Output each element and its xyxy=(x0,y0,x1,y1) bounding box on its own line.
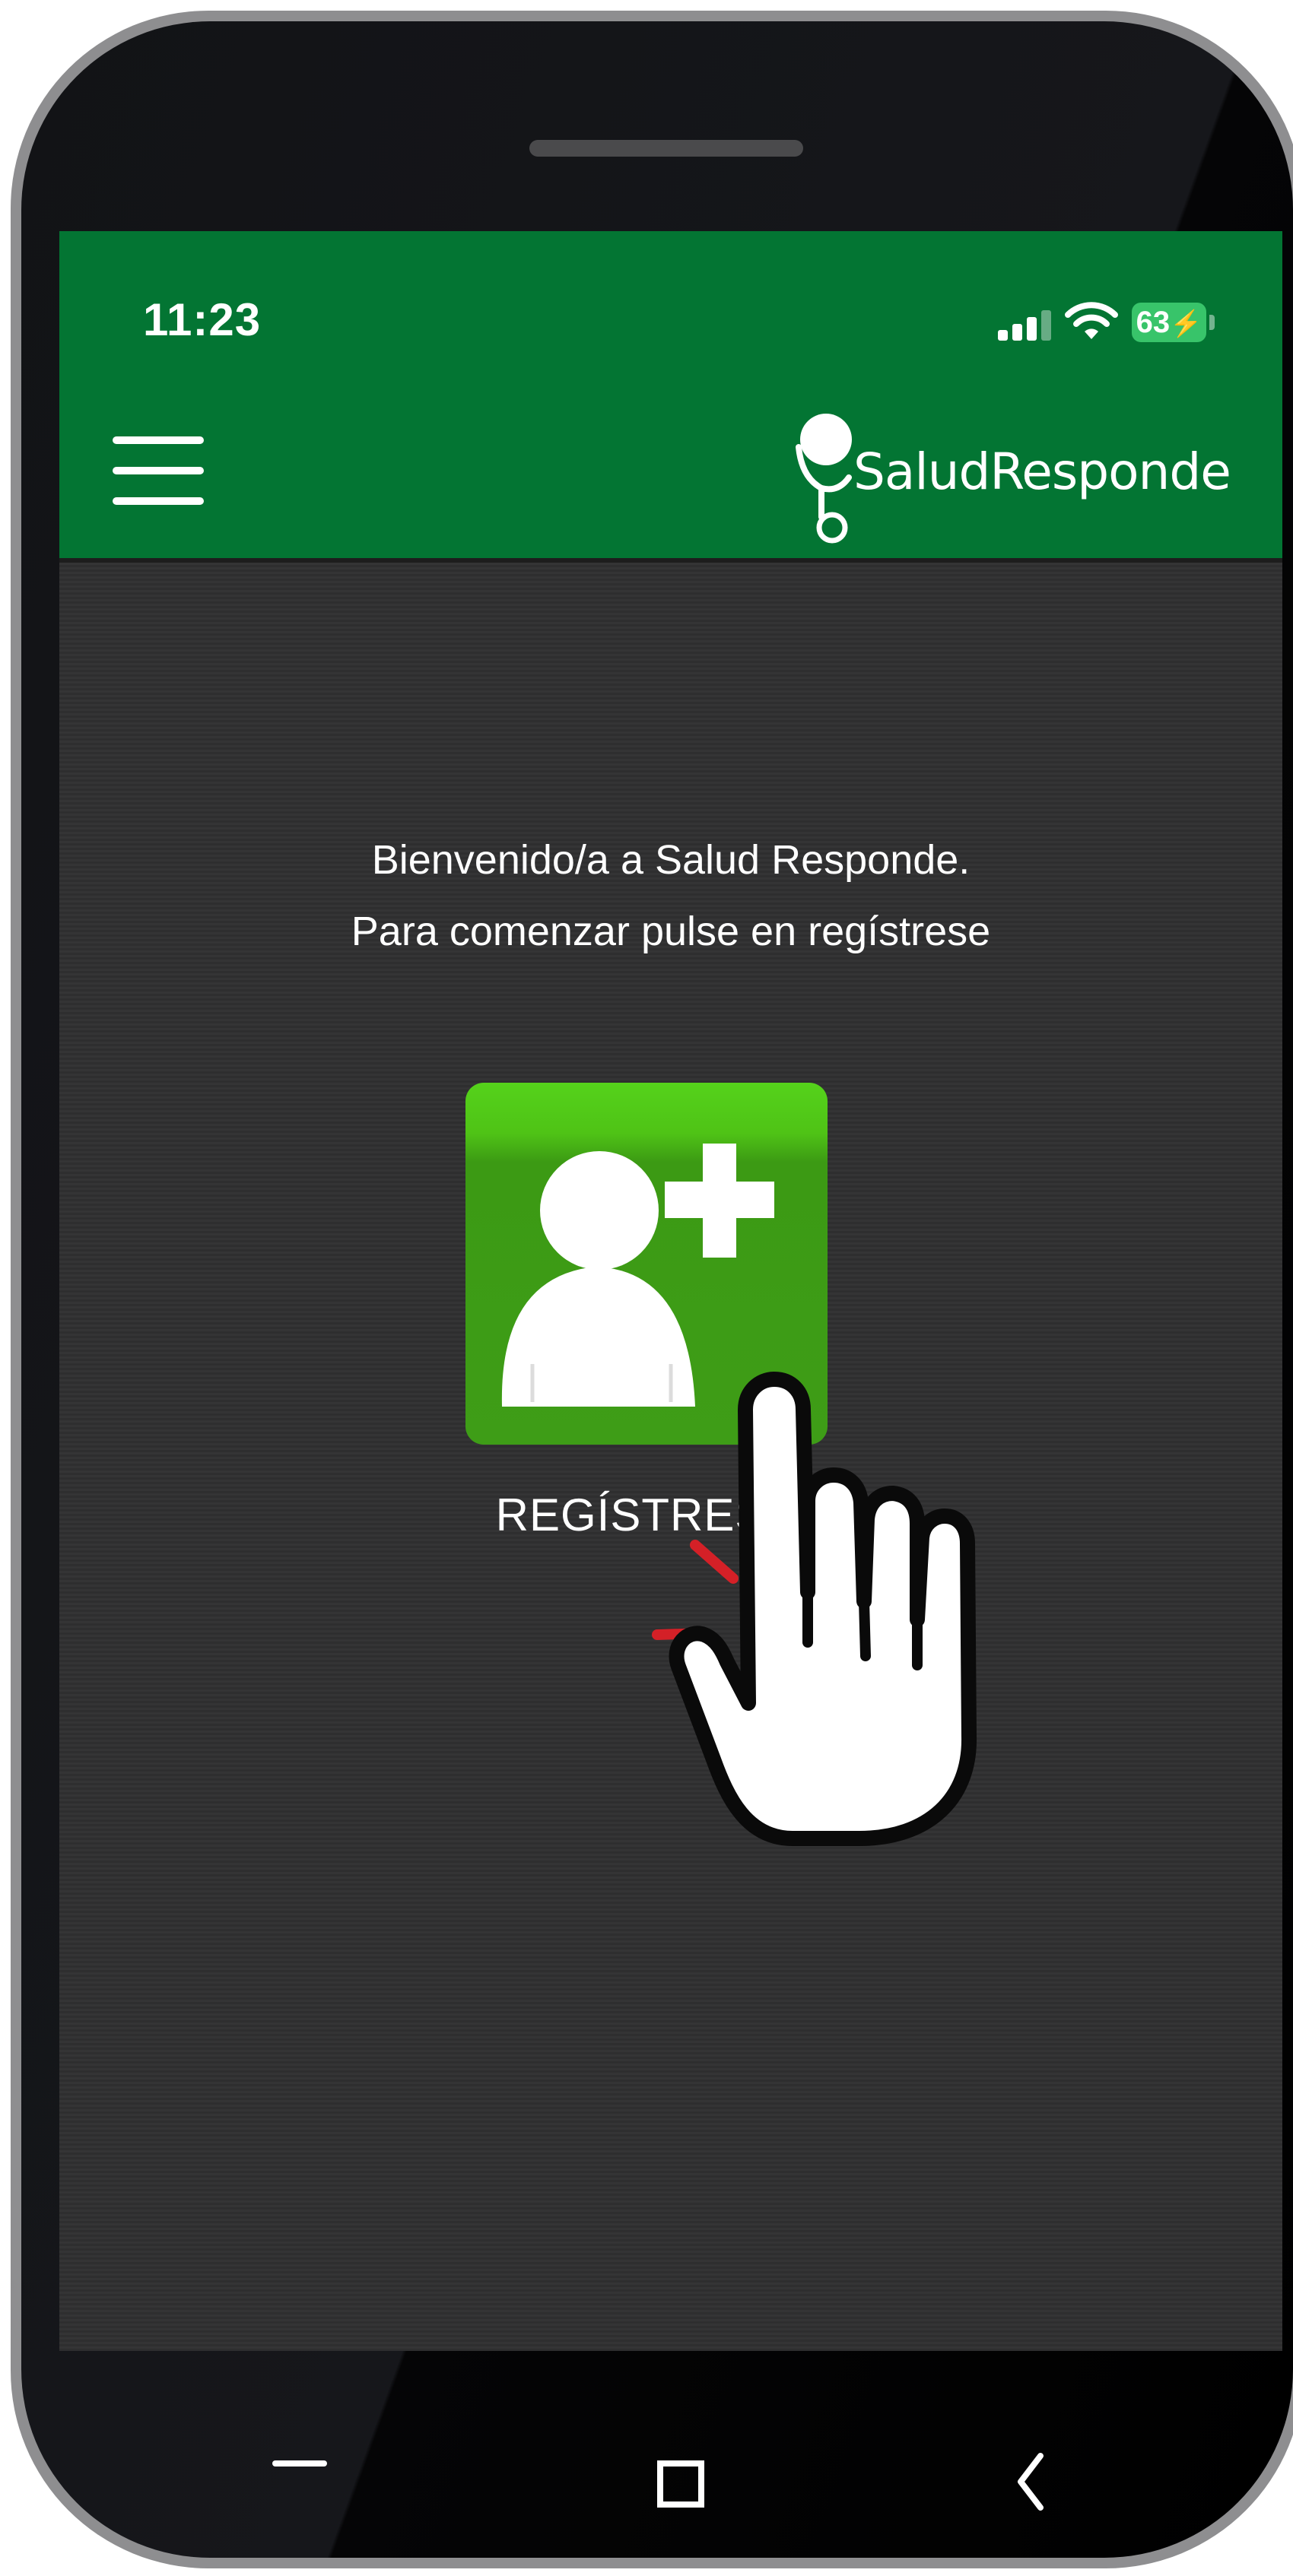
system-navigation-bar xyxy=(21,2351,1293,2558)
earpiece-speaker xyxy=(529,140,803,157)
welcome-message: Bienvenido/a a Salud Responde. Para come… xyxy=(59,824,1282,967)
add-user-icon xyxy=(501,1144,774,1407)
battery-tip xyxy=(1209,315,1215,330)
recents-button[interactable] xyxy=(254,2451,345,2543)
app-screen: 11:23 63⚡ SaludResponde Bienvenido/a a S… xyxy=(59,231,1282,2351)
menu-line-icon xyxy=(113,497,204,505)
home-button[interactable] xyxy=(637,2451,729,2543)
menu-line-icon xyxy=(113,436,204,444)
back-button[interactable] xyxy=(992,2451,1083,2543)
status-bar: 11:23 63⚡ xyxy=(59,231,1282,376)
register-button[interactable] xyxy=(465,1083,828,1445)
home-icon xyxy=(657,2460,704,2508)
wifi-icon xyxy=(1065,302,1118,339)
charging-bolt-icon: ⚡ xyxy=(1170,309,1202,338)
welcome-line-2: Para comenzar pulse en regístrese xyxy=(351,909,991,954)
menu-line-icon xyxy=(113,467,204,474)
logo-text: SaludResponde xyxy=(853,443,1231,501)
register-label[interactable]: REGÍSTRESE xyxy=(59,1489,1234,1541)
cellular-signal-icon xyxy=(998,310,1051,341)
battery-indicator: 63⚡ xyxy=(1132,303,1206,342)
back-icon xyxy=(1018,2453,1044,2511)
recents-icon xyxy=(272,2460,327,2467)
phone-frame: 11:23 63⚡ SaludResponde Bienvenido/a a S… xyxy=(11,11,1293,2568)
status-time: 11:23 xyxy=(143,294,262,345)
phone-bezel: 11:23 63⚡ SaludResponde Bienvenido/a a S… xyxy=(21,21,1293,2558)
salud-responde-logo: SaludResponde xyxy=(788,403,1260,547)
hamburger-menu-button[interactable] xyxy=(110,436,208,506)
battery-level: 63 xyxy=(1136,306,1171,339)
app-header: SaludResponde xyxy=(59,376,1282,563)
welcome-line-1: Bienvenido/a a Salud Responde. xyxy=(371,837,971,883)
